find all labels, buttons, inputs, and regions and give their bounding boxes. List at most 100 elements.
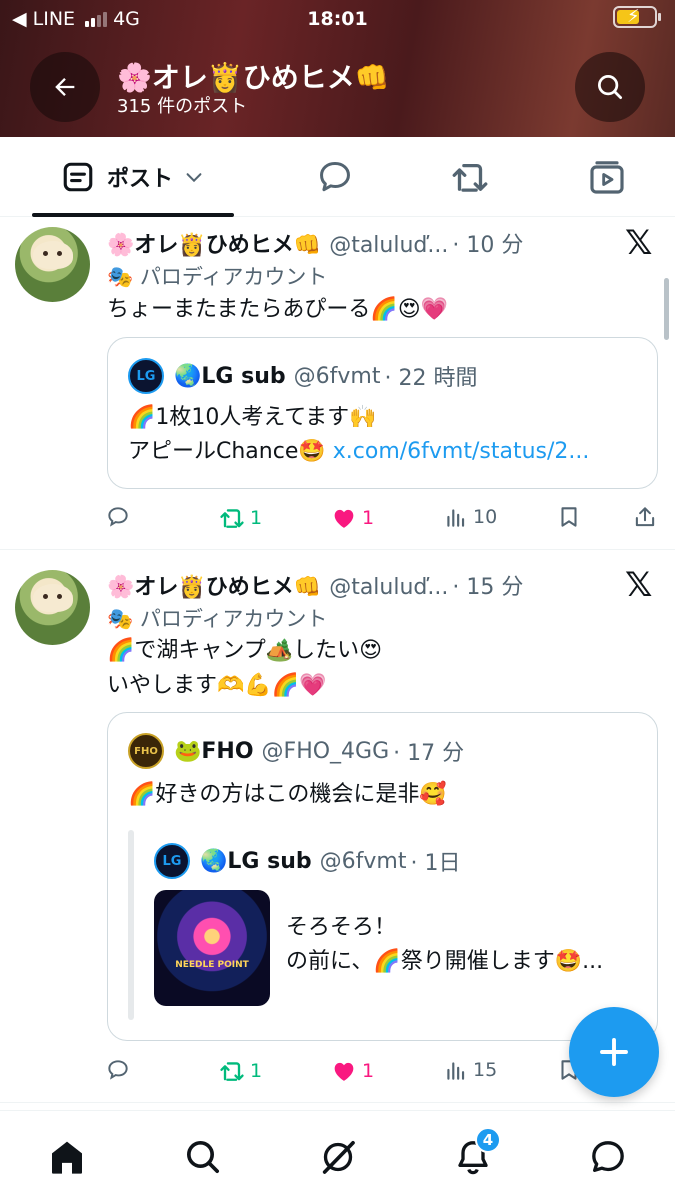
quote-handle: @6fvmt [293, 363, 381, 389]
nested-quote-bar [128, 830, 134, 1020]
view-count: 15 [473, 1059, 498, 1081]
tweet-text: ちょーまたまたらあぴーる🌈😍💗 [107, 297, 449, 322]
parody-label: 🎭 パロディアカウント [107, 603, 327, 633]
quote-link[interactable]: x.com/6fvmt/status/2... [333, 439, 590, 464]
parody-label: 🎭 パロディアカウント [107, 261, 327, 291]
share-icon [635, 507, 655, 527]
quote-tweet[interactable]: LG 🌏LG sub @6fvmt · 22 時間 🌈1枚10人考えてます🙌 アピー… [107, 337, 658, 489]
timestamp[interactable]: · 10 分 [452, 233, 523, 258]
bookmark-button[interactable] [556, 504, 582, 530]
back-arrow-icon [55, 78, 75, 96]
nav-messages[interactable] [586, 1135, 630, 1179]
nav-search[interactable] [181, 1135, 225, 1179]
tab-posts[interactable]: ポスト [32, 137, 234, 217]
parody-label-text: パロディアカウント [139, 607, 328, 631]
repost-button[interactable]: 1 [218, 1057, 262, 1085]
tweet-header: 🌸オレ👸ひめヒメ👊 @taluluď... · 10 分 [107, 227, 523, 259]
quote-text-line-2: アピールChance🤩 x.com/6fvmt/status/2... [128, 434, 589, 470]
tab-reposts[interactable] [435, 137, 505, 217]
nav-home[interactable] [45, 1135, 89, 1179]
chevron-down-icon[interactable] [183, 166, 205, 188]
media-play-icon [590, 161, 624, 194]
parody-mask-icon: 🎭 [107, 607, 134, 631]
quote-text-line-1: 🌈好きの方はこの機会に是非🥰 [128, 782, 447, 807]
tab-replies[interactable] [300, 137, 370, 217]
quote-timestamp: · 17 分 [393, 741, 465, 766]
bottom-navigation: 4 [0, 1110, 675, 1200]
reply-icon [108, 1060, 128, 1080]
compose-button[interactable] [569, 1007, 659, 1097]
nav-notifications[interactable]: 4 [451, 1127, 501, 1179]
repost-icon [220, 1062, 244, 1081]
tweet-1[interactable]: 🌸オレ👸ひめヒメ👊 @taluluď... · 10 分 𝕏 🎭 パロディアカウント… [0, 217, 675, 550]
reply-button[interactable] [105, 1057, 131, 1083]
nested-quote-thumbnail[interactable]: NEEDLE POINT [154, 890, 270, 1006]
views-button[interactable]: 15 [443, 1057, 497, 1083]
repost-icon [452, 163, 488, 192]
nested-quote-header: LG 🌏LG sub @6fvmt · 1日 [154, 843, 460, 879]
tweet-2[interactable]: 🌸オレ👸ひめヒメ👊 @taluluď... · 15 分 𝕏 🎭 パロディアカウント… [0, 551, 675, 1103]
like-button[interactable]: 1 [330, 1057, 374, 1085]
like-heart-icon [334, 509, 354, 528]
tab-media[interactable] [572, 137, 642, 217]
search-button[interactable] [575, 52, 645, 122]
repost-button[interactable]: 1 [218, 504, 262, 532]
handle[interactable]: @taluluď... [329, 575, 448, 600]
display-name[interactable]: 🌸オレ👸ひめヒメ👊 [107, 233, 321, 258]
tab-posts-label: ポスト [106, 167, 173, 192]
nested-text-line-1: そろそろ！ [286, 915, 397, 940]
profile-tabs: ポスト [0, 137, 675, 217]
handle[interactable]: @taluluď... [329, 233, 448, 258]
thumbnail-text: NEEDLE POINT [175, 960, 249, 970]
views-button[interactable]: 10 [443, 504, 497, 530]
tweet-header: 🌸オレ👸ひめヒメ👊 @taluluď... · 15 分 [107, 569, 523, 601]
display-name[interactable]: 🌸オレ👸ひめヒメ👊 [107, 575, 321, 600]
like-button[interactable]: 1 [330, 504, 374, 532]
back-button[interactable] [30, 52, 100, 122]
like-count: 1 [362, 507, 375, 529]
notification-badge: 4 [475, 1127, 501, 1153]
parody-mask-icon: 🎭 [107, 265, 134, 289]
messages-icon [592, 1141, 624, 1172]
quote-handle: @FHO_4GG [261, 738, 390, 764]
avatar[interactable] [15, 227, 90, 302]
nested-display-name: 🌏LG sub [200, 848, 312, 874]
quote-display-name: 🐸FHO [174, 738, 254, 764]
post-tab-icon [63, 162, 93, 192]
status-time: 18:01 [307, 8, 368, 30]
x-logo-icon: 𝕏 [625, 565, 653, 605]
like-heart-icon [334, 1062, 354, 1081]
profile-name-title: 🌸オレ👸ひめヒメ👊 [117, 61, 390, 94]
quote-tweet[interactable]: FHO 🐸FHO @FHO_4GG · 17 分 🌈好きの方はこの機会に是非🥰 LG… [107, 712, 658, 1041]
repost-count: 1 [250, 507, 263, 529]
view-count: 10 [473, 506, 498, 528]
avatar[interactable] [15, 570, 90, 645]
compose-plus-icon [600, 1038, 628, 1066]
reply-button[interactable] [105, 504, 131, 530]
tweet-actions: 1 1 10 [0, 504, 675, 534]
tweet-text-line-1: 🌈で湖キャンプ🏕️したい😍 [107, 638, 383, 663]
reply-icon [108, 507, 128, 527]
views-bars-icon [447, 509, 465, 527]
nav-grok[interactable] [316, 1135, 360, 1179]
quote-avatar: FHO [128, 733, 164, 769]
nested-text-line-2: の前に、🌈祭り開催します🤩... [286, 949, 604, 974]
post-count: 315 件のポスト [117, 96, 248, 117]
profile-header-banner: ◀ LINE 4G 18:01 ⚡ 🌸オレ👸ひめヒメ👊 315 件のポスト [0, 0, 675, 137]
search-icon [598, 75, 622, 99]
nested-timestamp: · 1日 [410, 851, 461, 876]
search-icon [187, 1141, 220, 1173]
quote-timestamp: · 22 時間 [384, 366, 478, 391]
battery-icon: ⚡ [613, 6, 661, 28]
repost-icon [220, 509, 244, 528]
grok-icon [322, 1141, 355, 1174]
quote-header: LG 🌏LG sub @6fvmt · 22 時間 [128, 358, 477, 394]
timestamp[interactable]: · 15 分 [452, 575, 523, 600]
share-button[interactable] [632, 504, 658, 530]
x-logo-icon: 𝕏 [625, 223, 653, 263]
reply-bubble-icon [320, 162, 350, 192]
quote-display-name: 🌏LG sub [174, 363, 286, 389]
nested-handle: @6fvmt [319, 848, 407, 874]
views-bars-icon [447, 1062, 465, 1080]
like-count: 1 [362, 1060, 375, 1082]
